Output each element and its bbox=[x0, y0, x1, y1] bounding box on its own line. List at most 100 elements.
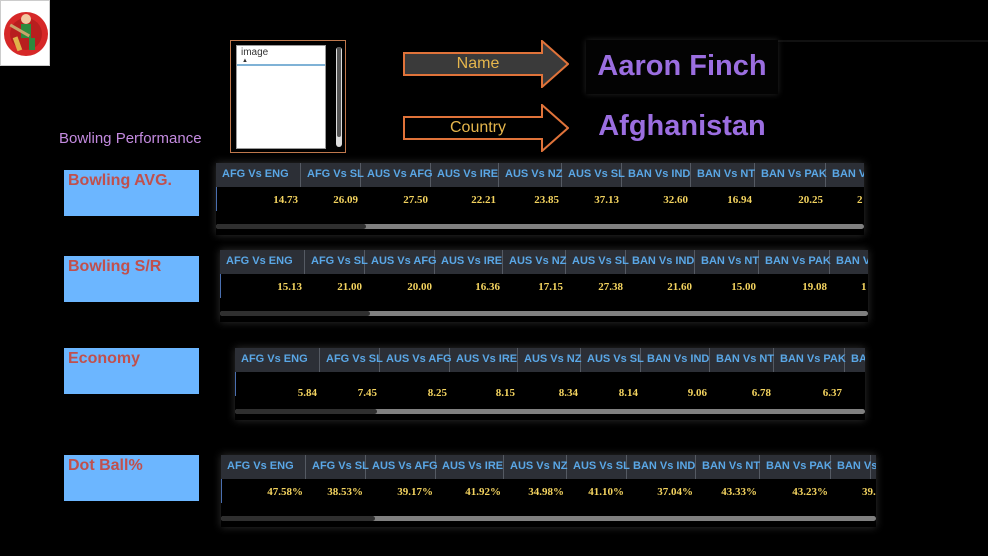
column-header[interactable]: AFG Vs ENG bbox=[220, 250, 305, 274]
slicer-header[interactable]: image ▲ bbox=[237, 46, 325, 66]
table-row: 14.73 26.09 27.50 22.21 23.85 37.13 32.60 16.94… bbox=[216, 187, 864, 211]
slicer-list[interactable]: image ▲ bbox=[236, 45, 326, 149]
table-cell: 5.84 bbox=[297, 387, 317, 396]
player-name: Aaron Finch bbox=[586, 40, 778, 94]
column-header[interactable]: AUS Vs SL bbox=[581, 348, 644, 372]
column-header[interactable]: BAN Vs NT bbox=[710, 348, 774, 372]
section-title: Bowling Performance bbox=[59, 130, 202, 147]
table-cell: 17.15 bbox=[538, 281, 563, 293]
column-header[interactable]: AUS Vs NZ bbox=[503, 250, 566, 274]
column-header[interactable]: AUS Vs IRE bbox=[431, 163, 499, 187]
metric-label-bowling-sr: Bowling S/R bbox=[64, 256, 199, 302]
table-header: AFG Vs ENG AFG Vs SL AUS Vs AFG AUS Vs IRE A… bbox=[220, 250, 868, 274]
slicer-title: image bbox=[241, 47, 269, 58]
column-header[interactable]: AFG Vs ENG bbox=[221, 455, 306, 479]
column-header[interactable]: AFG Vs SL bbox=[305, 250, 368, 274]
column-header[interactable]: BAN Vs IND bbox=[622, 163, 691, 187]
column-header[interactable]: BAN Vs S bbox=[845, 348, 865, 372]
column-header[interactable]: BAN Vs S bbox=[830, 250, 868, 274]
column-header[interactable]: BAN Vs NT bbox=[691, 163, 755, 187]
column-header[interactable]: BAN Vs NT bbox=[695, 250, 759, 274]
column-header[interactable]: AUS Vs NZ bbox=[518, 348, 581, 372]
table-cell: 8.25 bbox=[427, 387, 447, 396]
horizontal-scrollbar[interactable] bbox=[220, 311, 868, 316]
scrollbar-thumb[interactable] bbox=[235, 409, 377, 414]
table-header: AFG Vs ENG AFG Vs SL AUS Vs AFG AUS Vs IRE A… bbox=[221, 455, 876, 479]
table-cell: 20.25 bbox=[798, 194, 823, 206]
metric-label-economy: Economy bbox=[64, 348, 199, 394]
column-header[interactable]: BAN Vs PAK bbox=[755, 163, 827, 187]
column-header[interactable]: AUS Vs AFG bbox=[380, 348, 452, 372]
cricket-logo-icon bbox=[0, 0, 50, 66]
slicer-scrollbar[interactable] bbox=[336, 47, 342, 147]
table-cell: 20.00 bbox=[407, 281, 432, 293]
column-header[interactable]: AUS Vs AFG bbox=[366, 455, 438, 479]
table-cell: 8.34 bbox=[558, 387, 578, 396]
table-cell: 32.60 bbox=[663, 194, 688, 206]
table-cell: 26.09 bbox=[333, 194, 358, 206]
table-cell: 37.04% bbox=[657, 486, 693, 498]
column-header[interactable]: AUS Vs NZ bbox=[499, 163, 562, 187]
table-cell: 43.33% bbox=[721, 486, 757, 498]
table-cell: 41.10% bbox=[588, 486, 624, 498]
table-bowling-sr[interactable]: AFG Vs ENG AFG Vs SL AUS Vs AFG AUS Vs IRE A… bbox=[220, 250, 868, 322]
column-header[interactable]: BAN Vs IND bbox=[627, 455, 696, 479]
table-cell: 6.37 bbox=[822, 387, 842, 396]
table-cell: 9.06 bbox=[687, 387, 707, 396]
column-header[interactable]: AUS Vs SL bbox=[566, 250, 629, 274]
table-cell: 41.92% bbox=[465, 486, 501, 498]
column-header[interactable]: BAN Vs PAK bbox=[759, 250, 831, 274]
column-header[interactable]: BAN Vs S bbox=[826, 163, 864, 187]
horizontal-scrollbar[interactable] bbox=[216, 224, 864, 229]
table-cell bbox=[846, 372, 865, 396]
metric-label-dot-ball: Dot Ball% bbox=[64, 455, 199, 501]
table-cell: 14.73 bbox=[273, 194, 298, 206]
metric-label-bowling-avg: Bowling AVG. bbox=[64, 170, 199, 216]
table-header: AFG Vs ENG AFG Vs SL AUS Vs AFG AUS Vs IRE A… bbox=[235, 348, 865, 372]
column-header[interactable]: AUS Vs IRE bbox=[435, 250, 503, 274]
column-header[interactable]: BAN Vs S bbox=[831, 455, 876, 479]
table-row: 5.84 7.45 8.25 8.15 8.34 8.14 9.06 6.78 6.37 bbox=[235, 372, 865, 396]
column-header[interactable]: AUS Vs AFG bbox=[361, 163, 433, 187]
name-arrow: Name bbox=[403, 40, 569, 88]
horizontal-scrollbar[interactable] bbox=[235, 409, 865, 414]
image-slicer[interactable]: image ▲ bbox=[230, 40, 346, 153]
table-cell: 37.13 bbox=[594, 194, 619, 206]
table-bowling-avg[interactable]: AFG Vs ENG AFG Vs SL AUS Vs AFG AUS Vs IRE A… bbox=[216, 163, 864, 235]
table-cell: 16.94 bbox=[727, 194, 752, 206]
header-divider bbox=[770, 40, 988, 42]
table-cell: 21.60 bbox=[667, 281, 692, 293]
table-cell: 38.53% bbox=[327, 486, 363, 498]
table-row: 47.58% 38.53% 39.17% 41.92% 34.98% 41.10% 37.0… bbox=[221, 479, 876, 503]
column-header[interactable]: BAN Vs NT bbox=[696, 455, 760, 479]
column-header[interactable]: AUS Vs AFG bbox=[365, 250, 437, 274]
column-header[interactable]: BAN Vs IND bbox=[626, 250, 695, 274]
scrollbar-thumb[interactable] bbox=[220, 311, 370, 316]
column-header[interactable]: AFG Vs SL bbox=[306, 455, 369, 479]
scrollbar-thumb[interactable] bbox=[221, 516, 375, 521]
table-cell: 19.08 bbox=[802, 281, 827, 293]
column-header[interactable]: AUS Vs IRE bbox=[436, 455, 504, 479]
column-header[interactable]: AUS Vs NZ bbox=[504, 455, 567, 479]
horizontal-scrollbar[interactable] bbox=[221, 516, 876, 521]
column-header[interactable]: AUS Vs SL bbox=[562, 163, 625, 187]
scrollbar-thumb[interactable] bbox=[216, 224, 366, 229]
table-cell: 43.23% bbox=[792, 486, 828, 498]
column-header[interactable]: AFG Vs ENG bbox=[216, 163, 301, 187]
table-economy[interactable]: AFG Vs ENG AFG Vs SL AUS Vs AFG AUS Vs IRE A… bbox=[235, 348, 865, 420]
caret-up-icon[interactable]: ▲ bbox=[242, 58, 248, 64]
table-cell: 7.45 bbox=[357, 387, 377, 396]
column-header[interactable]: BAN Vs PAK bbox=[760, 455, 832, 479]
table-cell: 15.13 bbox=[277, 281, 302, 293]
column-header[interactable]: AUS Vs SL bbox=[567, 455, 630, 479]
table-cell: 8.14 bbox=[618, 387, 638, 396]
column-header[interactable]: AFG Vs ENG bbox=[235, 348, 320, 372]
column-header[interactable]: AFG Vs SL bbox=[320, 348, 383, 372]
column-header[interactable]: AUS Vs IRE bbox=[450, 348, 518, 372]
table-cell: 15.00 bbox=[731, 281, 756, 293]
table-cell: 39.17% bbox=[397, 486, 433, 498]
column-header[interactable]: BAN Vs PAK bbox=[774, 348, 846, 372]
column-header[interactable]: BAN Vs IND bbox=[641, 348, 710, 372]
column-header[interactable]: AFG Vs SL bbox=[301, 163, 364, 187]
table-dot-ball[interactable]: AFG Vs ENG AFG Vs SL AUS Vs AFG AUS Vs IRE A… bbox=[221, 455, 876, 527]
